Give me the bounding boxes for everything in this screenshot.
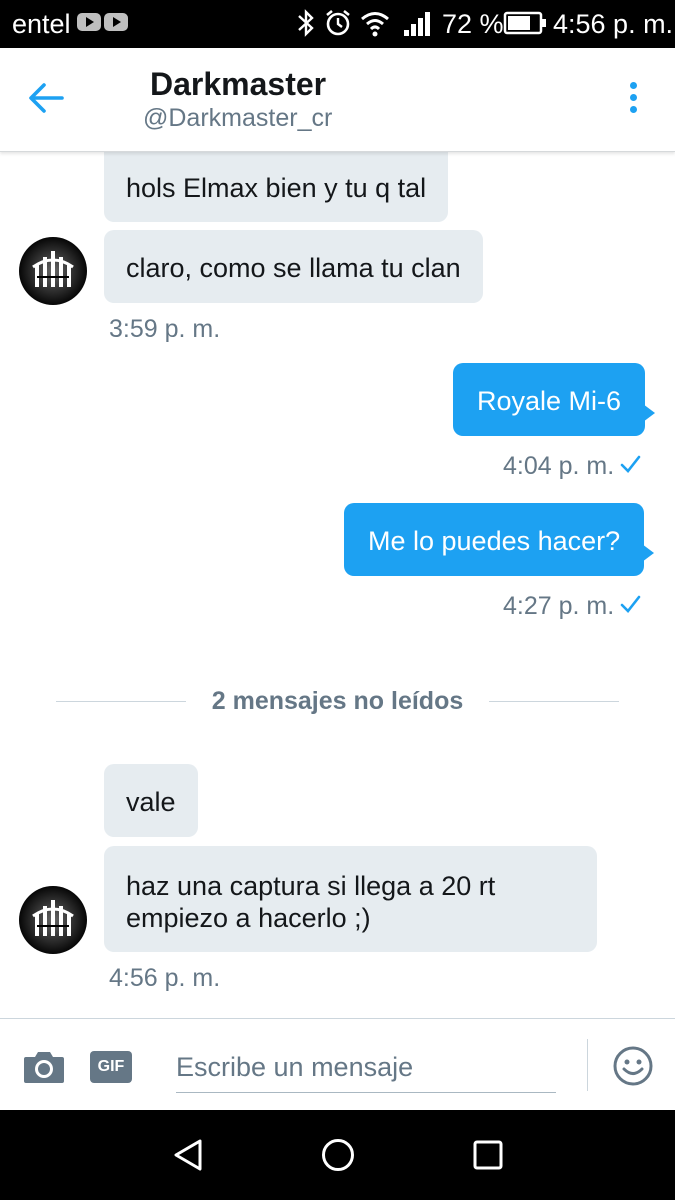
contact-name[interactable]: Darkmaster [150,66,326,103]
message-text: Royale Mi-6 [477,386,622,416]
navigation-bar [0,1110,675,1200]
message-bubble-outgoing[interactable]: Royale Mi-6 [453,363,656,436]
signal-icon [404,12,430,36]
message-bubble-incoming[interactable]: claro, como se llama tu clan [104,230,483,303]
avatar[interactable] [19,886,87,954]
read-check-icon [620,595,641,613]
message-timestamp: 4:04 p. m. [503,452,615,480]
message-timestamp: 4:27 p. m. [503,592,615,620]
youtube-notification-icon [104,13,128,31]
avatar-logo [32,251,74,287]
camera-icon[interactable] [22,1049,66,1085]
message-text: Me lo puedes hacer? [368,526,621,556]
youtube-notification-icon [77,13,101,31]
message-timestamp: 3:59 p. m. [109,315,221,343]
battery-icon [503,11,546,35]
emoji-icon[interactable] [612,1045,654,1087]
gif-icon[interactable]: GIF [90,1051,132,1083]
wifi-icon [361,12,389,37]
divider-line [489,701,619,702]
status-bar: entel 72 % 4:56 p. m. [0,0,675,48]
nav-recents-icon[interactable] [470,1137,506,1173]
message-input[interactable] [176,1043,556,1093]
divider [587,1039,588,1091]
message-composer: GIF [0,1018,675,1110]
clock: 4:56 p. m. [553,9,674,39]
bubble-tail [643,404,656,422]
read-check-icon [620,455,641,473]
nav-back-icon[interactable] [170,1137,206,1173]
avatar[interactable] [19,237,87,305]
bluetooth-icon [298,9,314,37]
message-timestamp: 4:56 p. m. [109,964,221,992]
message-bubble-incoming[interactable]: haz una captura si llega a 20 rt empiezo… [104,846,597,952]
message-bubble-outgoing[interactable]: Me lo puedes hacer? [344,503,655,576]
back-arrow-icon[interactable] [26,80,66,116]
more-vertical-icon[interactable] [622,82,644,118]
conversation-header: Darkmaster @Darkmaster_cr [0,48,675,152]
contact-handle: @Darkmaster_cr [143,104,333,132]
message-bubble-incoming[interactable]: hols Elmax bien y tu q tal [104,150,449,222]
message-bubble-incoming[interactable]: vale [104,764,198,837]
battery-percent: 72 % [442,9,504,39]
carrier-label: entel [12,9,71,39]
message-text-line: haz una captura si llega a 20 rt [126,871,496,901]
bubble-tail [642,544,655,562]
nav-home-icon[interactable] [320,1137,356,1173]
message-text-line: empiezo a hacerlo ;) [126,903,371,933]
avatar-logo [32,900,74,936]
alarm-icon [326,9,350,36]
